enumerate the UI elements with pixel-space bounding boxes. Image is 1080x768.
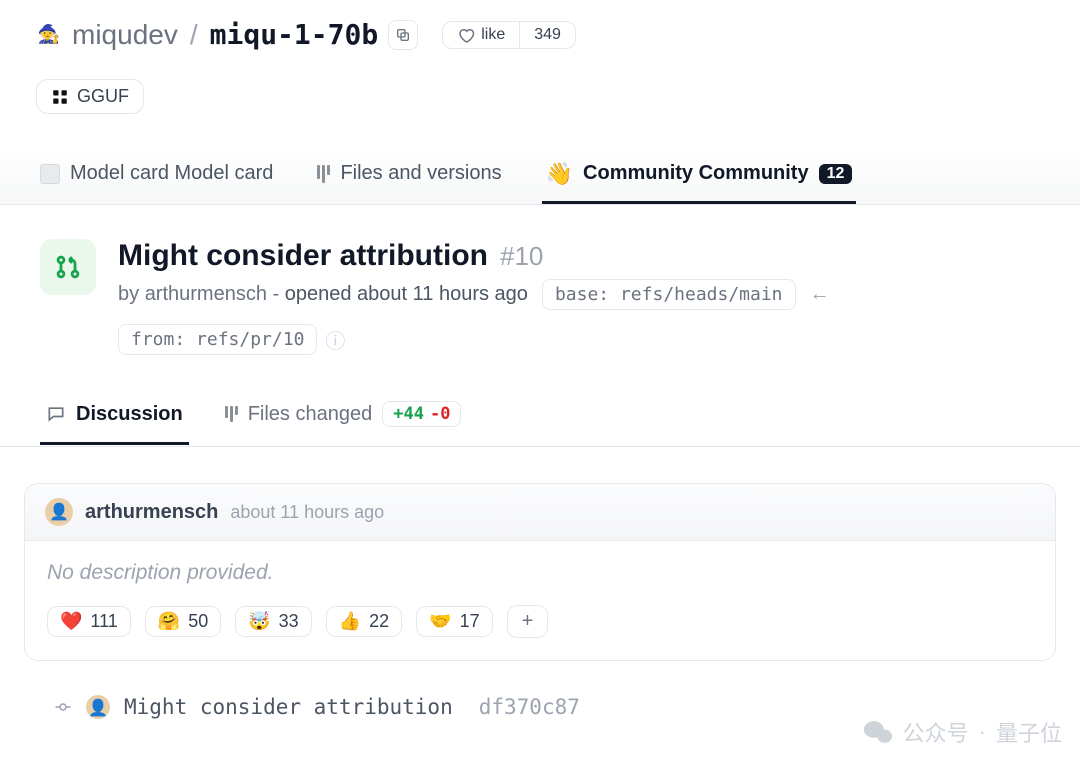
pr-author-link[interactable]: arthurmensch — [145, 283, 267, 305]
reaction-heart[interactable]: ❤️111 — [47, 606, 131, 637]
comment-time: about 11 hours ago — [230, 502, 384, 523]
tab-community[interactable]: 👋 Community Community 12 — [542, 148, 857, 204]
comment-card: 👤 arthurmensch about 11 hours ago No des… — [24, 483, 1056, 661]
pr-byline: by arthurmensch - opened about 11 hours … — [118, 283, 528, 306]
breadcrumb-slash: / — [188, 19, 200, 51]
tab-label: Community Community — [583, 162, 809, 185]
comment-author-link[interactable]: arthurmensch — [85, 501, 218, 524]
commit-sha[interactable]: df370c87 — [479, 695, 580, 719]
tab-label: Model card Model card — [70, 162, 273, 185]
tab-label: Files and versions — [340, 162, 501, 185]
wechat-icon — [863, 719, 893, 745]
pr-number: #10 — [500, 241, 543, 272]
pr-title: Might consider attribution — [118, 239, 488, 273]
like-count[interactable]: 349 — [520, 22, 575, 48]
comment-body: No description provided. — [47, 561, 1033, 585]
main-tabs: Model card Model card Files and versions… — [0, 148, 1080, 205]
commit-row[interactable]: 👤 Might consider attribution df370c87 — [24, 661, 1056, 719]
pr-subtabs: Discussion Files changed +44-0 — [0, 355, 1080, 447]
cube-icon — [40, 164, 60, 184]
arrow-left-icon: ← — [810, 283, 830, 306]
owner-link[interactable]: miqudev — [72, 19, 178, 51]
watermark: 公众号 · 量子位 — [863, 716, 1062, 748]
subtab-discussion[interactable]: Discussion — [40, 395, 189, 445]
tab-files[interactable]: Files and versions — [313, 148, 505, 204]
owner-avatar: 🧙 — [36, 22, 62, 48]
wave-icon: 👋 — [546, 163, 573, 185]
grid-icon — [51, 88, 69, 106]
base-ref[interactable]: base: refs/heads/main — [542, 279, 796, 310]
pr-open-icon — [40, 239, 96, 295]
reaction-thumbsup[interactable]: 👍22 — [326, 606, 402, 637]
commit-dot-icon — [54, 698, 72, 716]
like-label: like — [481, 26, 505, 44]
git-pr-icon — [54, 253, 82, 281]
tag-label: GGUF — [77, 86, 129, 107]
repo-link[interactable]: miqu-1-70b — [210, 18, 379, 51]
reaction-mindblown[interactable]: 🤯33 — [235, 606, 311, 637]
list-icon — [225, 406, 238, 422]
heart-icon — [457, 26, 475, 44]
user-avatar[interactable]: 👤 — [45, 498, 73, 526]
subtab-label: Files changed — [248, 403, 373, 426]
copy-repo-button[interactable] — [388, 20, 418, 50]
reaction-hug[interactable]: 🤗50 — [145, 606, 221, 637]
add-reaction-button[interactable]: + — [507, 605, 549, 638]
commit-message: Might consider attribution — [124, 695, 453, 719]
like-button[interactable]: like — [443, 22, 520, 48]
commit-author-avatar[interactable]: 👤 — [86, 695, 110, 719]
diff-stat-badge: +44-0 — [382, 401, 461, 427]
like-box: like 349 — [442, 21, 576, 49]
tag-gguf[interactable]: GGUF — [36, 79, 144, 114]
list-icon — [317, 165, 330, 183]
subtab-files-changed[interactable]: Files changed +44-0 — [219, 393, 468, 446]
from-ref[interactable]: from: refs/pr/10 — [118, 324, 317, 355]
info-icon[interactable]: ⓘ — [325, 325, 345, 354]
reactions: ❤️111 🤗50 🤯33 👍22 🤝17 + — [47, 605, 1033, 638]
chat-icon — [46, 404, 66, 424]
reaction-handshake[interactable]: 🤝17 — [416, 606, 492, 637]
copy-icon — [395, 27, 411, 43]
community-count-badge: 12 — [819, 164, 853, 184]
subtab-label: Discussion — [76, 403, 183, 426]
tab-model-card[interactable]: Model card Model card — [36, 148, 277, 204]
